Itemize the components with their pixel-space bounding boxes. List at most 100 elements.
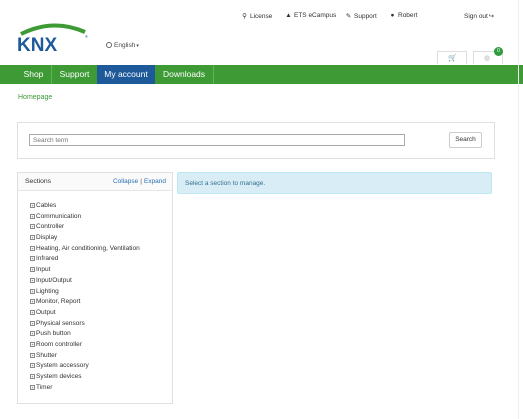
nav-my-account[interactable]: My account bbox=[97, 65, 155, 84]
header: KNX ® English▾ ⚲ License ▲ ETS eCampus ✎ Su… bbox=[0, 0, 523, 66]
tree-item-communication[interactable]: + Communication bbox=[30, 212, 140, 223]
expand-plus-icon[interactable]: + bbox=[30, 224, 35, 230]
nav-divider bbox=[213, 65, 214, 84]
sections-tree: + Cables + Communication + Controller + Disp… bbox=[30, 201, 140, 393]
expand-plus-icon[interactable]: + bbox=[30, 277, 35, 283]
ets-label: ETS eCampus bbox=[294, 12, 337, 19]
search-button[interactable]: Search bbox=[449, 132, 482, 148]
tree-item-system-devices[interactable]: + System devices bbox=[30, 372, 140, 383]
expand-plus-icon[interactable]: + bbox=[30, 235, 35, 241]
expand-plus-icon[interactable]: + bbox=[30, 374, 35, 379]
tree-item-label: Infrared bbox=[36, 255, 59, 263]
sign-out-label: Sign out bbox=[464, 13, 488, 20]
svg-text:®: ® bbox=[85, 34, 88, 39]
license-label: License bbox=[250, 13, 273, 20]
tree-item-timer[interactable]: + Timer bbox=[30, 383, 140, 394]
license-link[interactable]: ⚲ License bbox=[241, 12, 272, 20]
language-label: English bbox=[114, 42, 136, 49]
basket-button[interactable]: ◍ 0 bbox=[473, 47, 503, 64]
tree-item-label: Heating, Air conditioning, Ventilation bbox=[36, 244, 140, 252]
nav-shop[interactable]: Shop bbox=[16, 65, 51, 84]
sign-out-link[interactable]: Sign out↪ bbox=[464, 12, 497, 20]
support-link[interactable]: ✎ Support bbox=[345, 12, 377, 20]
key-icon: ⚲ bbox=[242, 13, 247, 20]
expand-plus-icon[interactable]: + bbox=[30, 203, 35, 208]
expand-plus-icon[interactable]: + bbox=[30, 288, 35, 294]
basket-icon: ◍ bbox=[484, 55, 491, 62]
user-icon: ● bbox=[390, 12, 395, 19]
user-link[interactable]: ● Robert bbox=[389, 12, 418, 19]
tree-item-label: System devices bbox=[36, 373, 82, 380]
expand-plus-icon[interactable]: + bbox=[30, 256, 35, 262]
tree-item-heating[interactable]: + Heating, Air conditioning, Ventilation bbox=[30, 244, 140, 255]
tree-item-label: Display bbox=[36, 234, 58, 242]
tree-item-push-button[interactable]: + Push button bbox=[30, 329, 140, 340]
support-label: Support bbox=[354, 13, 377, 20]
tree-item-label: System accessory bbox=[36, 362, 89, 370]
expand-plus-icon[interactable]: + bbox=[30, 384, 35, 390]
sections-title: Sections bbox=[25, 178, 52, 185]
tree-item-label: Input/Output bbox=[36, 276, 72, 284]
expand-plus-icon[interactable]: + bbox=[30, 341, 35, 347]
cart-button[interactable]: 🛒 bbox=[437, 51, 467, 64]
tree-item-label: Communication bbox=[36, 212, 82, 220]
tree-item-label: Physical sensors bbox=[36, 319, 85, 327]
expand-plus-icon[interactable]: + bbox=[30, 352, 35, 358]
expand-plus-icon[interactable]: + bbox=[30, 320, 35, 326]
tree-item-room-controller[interactable]: + Room controller bbox=[30, 340, 140, 351]
tree-item-monitor-report[interactable]: + Monitor, Report bbox=[30, 297, 140, 308]
tree-item-label: Controller bbox=[36, 223, 65, 231]
sign-out-icon: ↪ bbox=[488, 13, 495, 20]
expand-plus-icon[interactable]: + bbox=[30, 331, 35, 337]
search-input[interactable] bbox=[29, 134, 405, 146]
tree-item-label: Lighting bbox=[36, 287, 59, 295]
tree-item-input[interactable]: + Input bbox=[30, 265, 140, 276]
tree-item-label: Cables bbox=[36, 202, 57, 209]
info-alert: Select a section to manage. bbox=[177, 172, 492, 194]
tree-item-label: Push button bbox=[36, 330, 71, 338]
expand-plus-icon[interactable]: + bbox=[30, 309, 35, 315]
info-message: Select a section to manage. bbox=[185, 180, 266, 187]
tree-item-physical-sensors[interactable]: + Physical sensors bbox=[30, 319, 140, 330]
tree-item-label: Input bbox=[36, 266, 51, 274]
tree-item-infrared[interactable]: + Infrared bbox=[30, 254, 140, 265]
svg-text:KNX: KNX bbox=[17, 35, 57, 52]
tree-item-label: Room controller bbox=[36, 340, 82, 348]
tree-item-system-accessory[interactable]: + System accessory bbox=[30, 361, 140, 372]
breadcrumb-homepage[interactable]: Homepage bbox=[18, 94, 52, 101]
nav-support[interactable]: Support bbox=[52, 65, 97, 84]
knx-logo[interactable]: KNX ® bbox=[15, 22, 93, 52]
top-links: ⚲ License ▲ ETS eCampus ✎ Support ● Robert S… bbox=[0, 12, 523, 22]
main-nav: Shop Support My account Downloads bbox=[0, 65, 523, 84]
tree-item-cables[interactable]: + Cables bbox=[30, 201, 140, 212]
wrench-icon: ✎ bbox=[345, 13, 352, 20]
tree-item-label: Timer bbox=[36, 383, 53, 391]
tree-item-output[interactable]: + Output bbox=[30, 308, 140, 319]
globe-icon bbox=[106, 42, 112, 48]
graduation-cap-icon: ▲ bbox=[285, 12, 292, 19]
tree-item-lighting[interactable]: + Lighting bbox=[30, 287, 140, 298]
nav-downloads[interactable]: Downloads bbox=[155, 65, 213, 84]
expand-plus-icon[interactable]: + bbox=[30, 213, 35, 219]
tree-item-input-output[interactable]: + Input/Output bbox=[30, 276, 140, 287]
caret-down-icon: ▾ bbox=[136, 43, 139, 49]
expand-plus-icon[interactable]: + bbox=[30, 299, 35, 305]
collapse-link[interactable]: Collapse bbox=[113, 178, 138, 185]
tree-item-display[interactable]: + Display bbox=[30, 233, 140, 244]
tree-item-label: Shutter bbox=[36, 351, 57, 359]
expand-plus-icon[interactable]: + bbox=[30, 363, 35, 369]
tree-item-shutter[interactable]: + Shutter bbox=[30, 351, 140, 362]
expand-link[interactable]: Expand bbox=[144, 178, 166, 185]
search-panel: Search bbox=[17, 122, 495, 159]
expand-plus-icon[interactable]: + bbox=[30, 267, 35, 273]
basket-count-badge: 0 bbox=[494, 47, 503, 56]
tree-item-controller[interactable]: + Controller bbox=[30, 222, 140, 233]
tree-item-label: Output bbox=[36, 308, 56, 316]
cart-icon: 🛒 bbox=[448, 55, 457, 62]
sections-panel: Sections Collapse | Expand + Cables + Commun… bbox=[17, 172, 173, 404]
expand-plus-icon[interactable]: + bbox=[30, 245, 35, 251]
language-selector[interactable]: English▾ bbox=[106, 42, 139, 49]
actions-separator: | bbox=[140, 178, 142, 185]
ets-ecampus-link[interactable]: ▲ ETS eCampus bbox=[285, 12, 336, 19]
sections-header: Sections Collapse | Expand bbox=[18, 173, 172, 191]
